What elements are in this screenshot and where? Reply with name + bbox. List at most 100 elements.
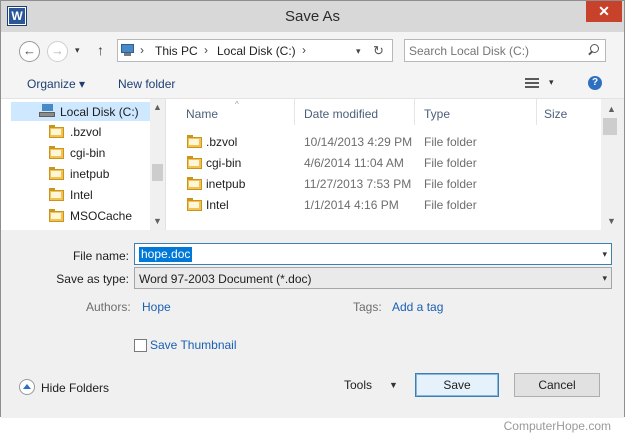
file-type: File folder bbox=[424, 198, 477, 212]
folder-icon bbox=[187, 198, 202, 211]
column-header-date[interactable]: Date modified bbox=[304, 107, 378, 121]
folder-icon bbox=[187, 135, 202, 148]
column-divider[interactable] bbox=[536, 99, 537, 125]
authors-label: Authors: bbox=[86, 300, 131, 314]
breadcrumb-separator[interactable]: › bbox=[140, 43, 144, 57]
tags-label: Tags: bbox=[353, 300, 382, 314]
scrollbar-thumb[interactable] bbox=[152, 164, 163, 181]
nav-item-local-disk[interactable]: Local Disk (C:) bbox=[1, 102, 151, 122]
organize-button[interactable]: Organize ▾ bbox=[27, 77, 85, 91]
recent-locations-chevron-icon[interactable]: ▾ bbox=[75, 45, 80, 56]
folder-icon bbox=[49, 125, 64, 138]
folder-icon bbox=[187, 177, 202, 190]
nav-item-folder[interactable]: cgi-bin bbox=[1, 143, 151, 163]
nav-item-label: inetpub bbox=[70, 167, 110, 181]
file-row[interactable]: Intel 1/1/2014 4:16 PM File folder bbox=[167, 194, 597, 215]
browser-area: Local Disk (C:) .bzvol cgi-bin inetpub I… bbox=[1, 99, 624, 230]
breadcrumb-separator[interactable]: › bbox=[302, 43, 306, 57]
command-toolbar: Organize ▾ New folder ▾ ? bbox=[1, 68, 624, 99]
save-as-type-select[interactable]: Word 97-2003 Document (*.doc) ▾ bbox=[134, 267, 612, 289]
save-form: File name: hope.doc ▾ Save as type: Word… bbox=[1, 230, 624, 418]
column-header-row: Name ^ Date modified Type Size bbox=[167, 99, 597, 127]
file-name-label: File name: bbox=[72, 249, 129, 263]
save-as-type-dropdown-icon[interactable]: ▾ bbox=[602, 273, 607, 284]
folder-icon bbox=[49, 188, 64, 201]
sort-ascending-icon: ^ bbox=[235, 100, 239, 109]
tools-button[interactable]: Tools bbox=[344, 378, 372, 392]
nav-item-label: .bzvol bbox=[70, 125, 102, 139]
new-folder-button[interactable]: New folder bbox=[118, 77, 175, 91]
scroll-up-icon[interactable]: ▲ bbox=[607, 104, 616, 114]
cancel-button[interactable]: Cancel bbox=[514, 373, 600, 397]
navigation-pane: Local Disk (C:) .bzvol cgi-bin inetpub I… bbox=[1, 99, 166, 230]
file-name: inetpub bbox=[206, 177, 246, 191]
file-name-value[interactable]: hope.doc bbox=[139, 247, 193, 262]
close-button[interactable]: ✕ bbox=[586, 1, 622, 22]
dialog-title: Save As bbox=[284, 8, 341, 25]
drive-icon bbox=[39, 104, 55, 117]
column-header-name[interactable]: Name bbox=[186, 107, 218, 121]
scroll-up-icon[interactable]: ▲ bbox=[153, 102, 162, 112]
refresh-button[interactable]: ↻ bbox=[373, 43, 384, 59]
file-list-scrollbar[interactable]: ▲ ▼ bbox=[601, 99, 624, 230]
file-name-field[interactable]: hope.doc ▾ bbox=[134, 243, 612, 265]
address-dropdown-icon[interactable]: ▾ bbox=[356, 46, 361, 57]
nav-item-label: Intel bbox=[70, 188, 93, 202]
file-name: .bzvol bbox=[206, 135, 238, 149]
nav-item-label: cgi-bin bbox=[70, 146, 106, 160]
file-name-dropdown-icon[interactable]: ▾ bbox=[602, 249, 607, 260]
breadcrumb-separator[interactable]: › bbox=[204, 43, 208, 57]
breadcrumb-this-pc[interactable]: This PC bbox=[155, 44, 198, 58]
nav-item-folder[interactable]: MSOCache bbox=[1, 206, 151, 226]
hide-folders-button[interactable]: Hide Folders bbox=[41, 381, 109, 395]
forward-button[interactable]: → bbox=[47, 41, 68, 62]
file-date: 11/27/2013 7:53 PM bbox=[304, 177, 412, 191]
change-view-icon[interactable] bbox=[525, 78, 539, 89]
save-as-dialog: W Save As ✕ ← → ▾ ↑ › This PC › Local Di… bbox=[0, 0, 625, 418]
search-input[interactable] bbox=[409, 42, 579, 59]
authors-value[interactable]: Hope bbox=[142, 300, 171, 314]
column-divider[interactable] bbox=[294, 99, 295, 125]
folder-icon bbox=[49, 209, 64, 222]
file-type: File folder bbox=[424, 135, 477, 149]
up-button[interactable]: ↑ bbox=[97, 42, 104, 58]
address-bar[interactable]: › This PC › Local Disk (C:) › ▾ ↻ bbox=[117, 39, 393, 62]
watermark-text: ComputerHope.com bbox=[503, 419, 611, 433]
column-header-size[interactable]: Size bbox=[544, 107, 567, 121]
navigation-bar: ← → ▾ ↑ › This PC › Local Disk (C:) › ▾ … bbox=[1, 32, 624, 68]
nav-item-folder[interactable]: inetpub bbox=[1, 164, 151, 184]
file-name: Intel bbox=[206, 198, 229, 212]
hide-folders-icon[interactable] bbox=[19, 379, 35, 395]
scroll-down-icon[interactable]: ▼ bbox=[607, 216, 616, 226]
file-date: 1/1/2014 4:16 PM bbox=[304, 198, 399, 212]
folder-icon bbox=[187, 156, 202, 169]
breadcrumb-local-disk[interactable]: Local Disk (C:) bbox=[217, 44, 296, 58]
save-as-type-value: Word 97-2003 Document (*.doc) bbox=[139, 272, 312, 286]
nav-item-folder[interactable]: .bzvol bbox=[1, 122, 151, 142]
folder-icon bbox=[49, 167, 64, 180]
tools-dropdown-icon[interactable]: ▼ bbox=[389, 380, 398, 390]
add-tag-link[interactable]: Add a tag bbox=[392, 300, 443, 314]
search-icon[interactable] bbox=[587, 44, 599, 56]
back-button[interactable]: ← bbox=[19, 41, 40, 62]
save-button[interactable]: Save bbox=[415, 373, 499, 397]
title-bar[interactable]: W Save As ✕ bbox=[1, 1, 624, 32]
save-as-type-label: Save as type: bbox=[56, 272, 129, 286]
search-box[interactable] bbox=[404, 39, 606, 62]
view-options-chevron-icon[interactable]: ▾ bbox=[549, 77, 554, 88]
file-type: File folder bbox=[424, 156, 477, 170]
column-header-type[interactable]: Type bbox=[424, 107, 450, 121]
nav-item-label: Local Disk (C:) bbox=[60, 105, 139, 119]
column-divider[interactable] bbox=[414, 99, 415, 125]
save-thumbnail-checkbox[interactable] bbox=[134, 339, 147, 352]
help-icon[interactable]: ? bbox=[588, 76, 602, 90]
scrollbar-thumb[interactable] bbox=[603, 118, 617, 135]
nav-item-folder[interactable]: Intel bbox=[1, 185, 151, 205]
file-row[interactable]: cgi-bin 4/6/2014 11:04 AM File folder bbox=[167, 152, 597, 173]
file-row[interactable]: .bzvol 10/14/2013 4:29 PM File folder bbox=[167, 131, 597, 152]
scroll-down-icon[interactable]: ▼ bbox=[153, 216, 162, 226]
save-thumbnail-label[interactable]: Save Thumbnail bbox=[150, 338, 237, 352]
file-row[interactable]: inetpub 11/27/2013 7:53 PM File folder bbox=[167, 173, 597, 194]
nav-pane-scrollbar[interactable]: ▲ ▼ bbox=[150, 99, 165, 230]
this-pc-icon bbox=[121, 44, 134, 56]
